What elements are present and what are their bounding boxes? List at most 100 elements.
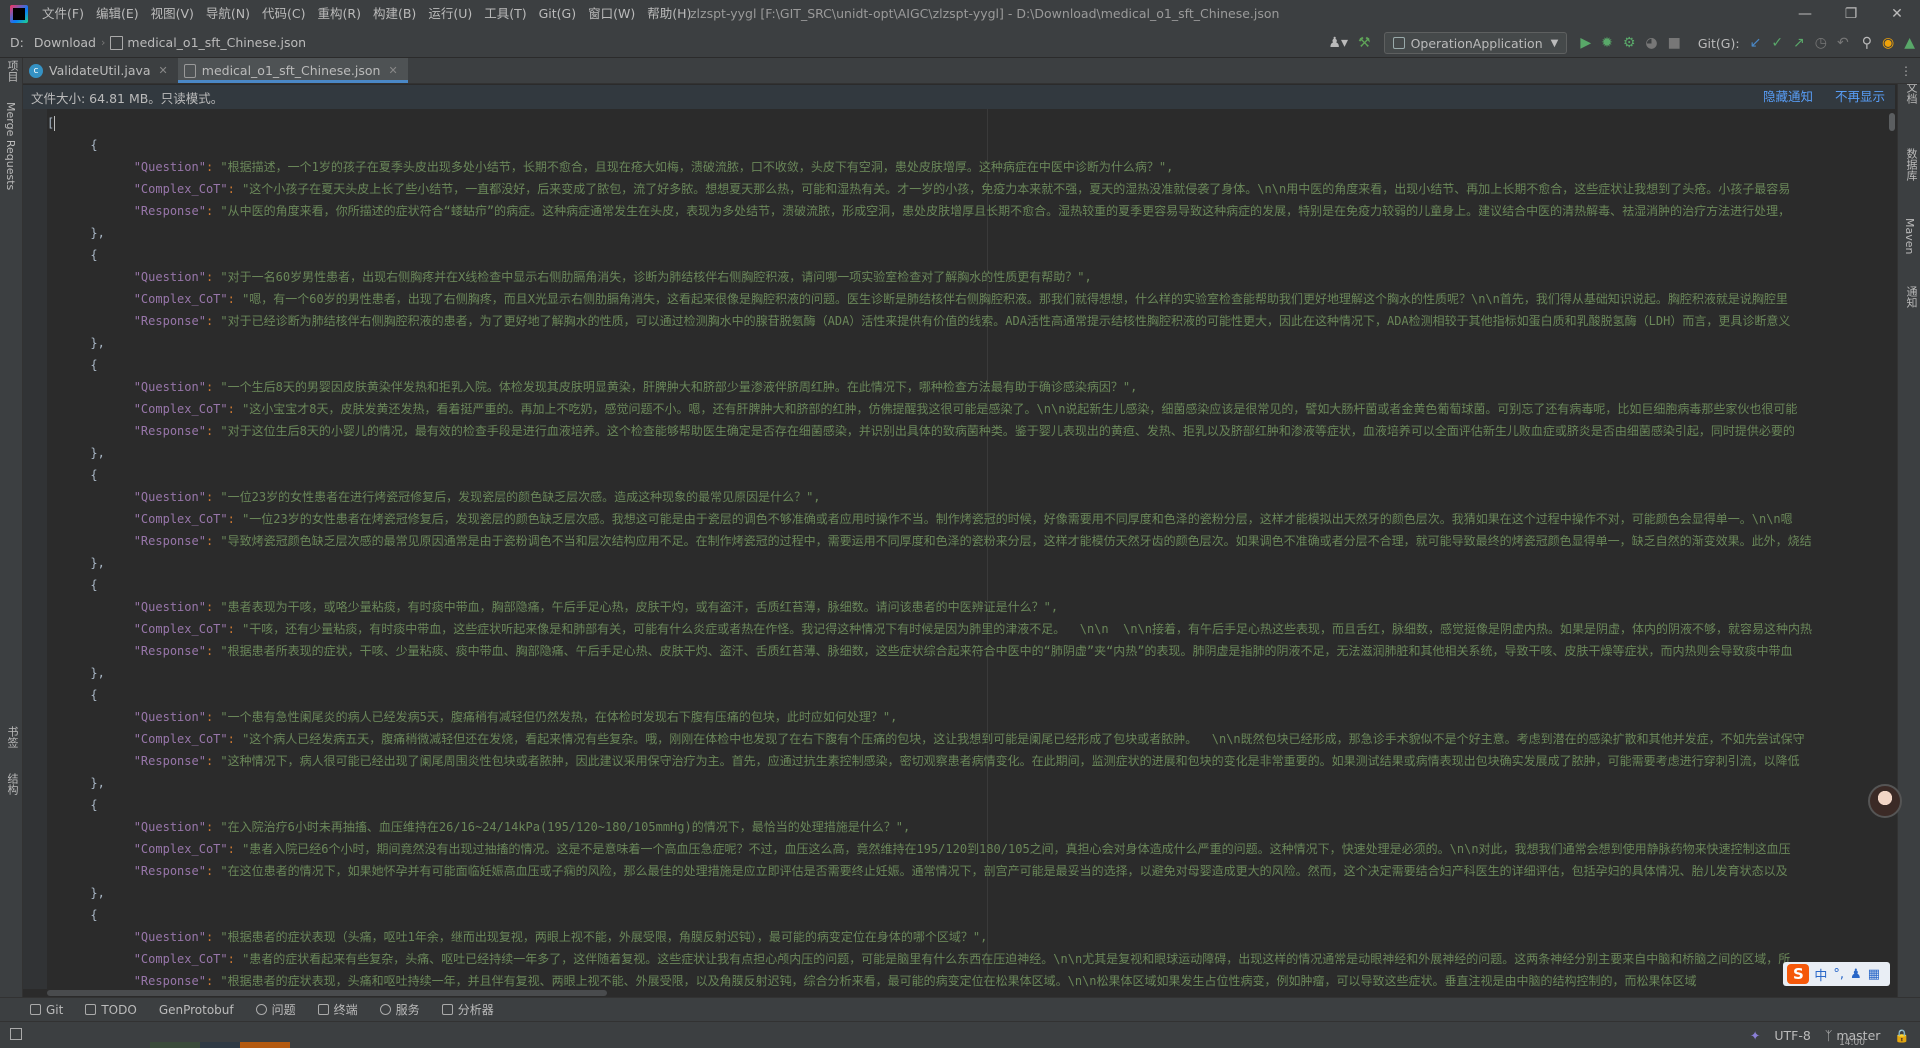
- dont-show-again-link[interactable]: 不再显示: [1835, 85, 1885, 109]
- lock-icon[interactable]: 🔒: [1894, 1028, 1910, 1044]
- json-key: "Question": [133, 930, 206, 944]
- git-push-icon[interactable]: ↗: [1793, 35, 1805, 51]
- genprotobuf-tool-label: GenProtobuf: [158, 1002, 234, 1017]
- profiler-tool-button[interactable]: 分析器: [441, 1001, 494, 1018]
- notifications-tool-label[interactable]: 通知: [1903, 286, 1919, 308]
- readonly-notification-banner: 文件大小: 64.81 MB。只读模式。 隐藏通知 不再显示: [23, 85, 1895, 109]
- git-commit-icon[interactable]: ✓: [1771, 35, 1783, 51]
- update-icon[interactable]: ◉: [1882, 35, 1894, 51]
- minimize-icon[interactable]: —: [1782, 0, 1828, 28]
- right-tool-strip: 远程文档 数据库 Maven 通知: [1897, 58, 1920, 1008]
- search-icon[interactable]: ⚲: [1862, 35, 1872, 51]
- profile-icon[interactable]: ◕: [1645, 35, 1657, 51]
- json-string-value: "对于这位生后8天的小婴儿的情况，最有效的检查手段是进行血液培养。这个检查能够帮…: [220, 424, 1795, 438]
- user-icon[interactable]: ♟▾: [1328, 35, 1348, 51]
- window-title: zlzspt-yygl [F:\GIT_SRC\unidt-opt\AIGC\z…: [690, 6, 1280, 21]
- menu-build[interactable]: 构建(B): [367, 0, 422, 28]
- database-tool-label[interactable]: 数据库: [1903, 148, 1919, 181]
- avatar[interactable]: [1868, 784, 1902, 818]
- terminal-icon: [317, 1004, 329, 1015]
- git-tool-button[interactable]: Git: [30, 1003, 63, 1017]
- git-history-icon[interactable]: ◷: [1815, 35, 1827, 51]
- stop-icon[interactable]: ■: [1668, 35, 1681, 51]
- structure-tool-label[interactable]: 结构: [4, 773, 20, 795]
- tab-validateutil[interactable]: c ValidateUtil.java ✕: [23, 58, 178, 83]
- code-line: "Question": "对于一名60岁男性患者，出现右侧胸疼并在X线检查中显示…: [133, 270, 1092, 284]
- todo-tool-label: TODO: [101, 1002, 137, 1017]
- tab-options-icon[interactable]: ⋮: [1900, 58, 1912, 84]
- code-line: },: [47, 442, 1887, 464]
- menu-code[interactable]: 代码(C): [256, 0, 311, 28]
- json-bracket: },: [90, 666, 105, 680]
- menu-run[interactable]: 运行(U): [422, 0, 478, 28]
- ai-assistant-icon[interactable]: ✦: [1750, 1028, 1760, 1043]
- menu-help[interactable]: 帮助(H): [641, 0, 697, 28]
- menu-view[interactable]: 视图(V): [145, 0, 200, 28]
- git-update-icon[interactable]: ↙: [1750, 35, 1762, 51]
- menu-git[interactable]: Git(G): [533, 0, 583, 28]
- json-key: "Complex_CoT": [133, 732, 228, 746]
- close-tab-icon[interactable]: ✕: [159, 64, 168, 77]
- json-key: "Response": [133, 754, 206, 768]
- close-window-icon[interactable]: ✕: [1874, 0, 1920, 28]
- horizontal-scrollbar[interactable]: [47, 989, 1887, 997]
- json-string-value: "这个小孩子在夏天头皮上长了些小结节，一直都没好，后来变成了脓包，流了好多脓。想…: [242, 182, 1791, 196]
- json-bracket: },: [90, 556, 105, 570]
- run-configuration-select[interactable]: OperationApplication ▼: [1383, 32, 1568, 54]
- coverage-icon[interactable]: ⚙: [1623, 35, 1636, 51]
- hide-notification-link[interactable]: 隐藏通知: [1763, 85, 1813, 109]
- maven-tool-label[interactable]: Maven: [1903, 218, 1916, 254]
- breadcrumb-folder[interactable]: Download: [34, 35, 96, 50]
- genprotobuf-tool-button[interactable]: GenProtobuf: [159, 1003, 234, 1017]
- menu-navigate[interactable]: 导航(N): [200, 0, 256, 28]
- json-bracket: },: [90, 446, 105, 460]
- vertical-scrollbar[interactable]: [1887, 109, 1897, 989]
- banner-message: 文件大小: 64.81 MB。只读模式。: [31, 90, 224, 106]
- java-class-icon: c: [29, 63, 43, 78]
- json-string-value: "根据描述，一个1岁的孩子在夏季头皮出现多处小结节，长期不愈合，且现在疮大如梅，…: [220, 160, 1174, 174]
- restore-icon[interactable]: ❐: [1828, 0, 1874, 28]
- horizontal-scroll-thumb[interactable]: [47, 990, 607, 996]
- code-line: "Response": "对于这位生后8天的小婴儿的情况，最有效的检查手段是进行…: [133, 424, 1795, 438]
- debug-icon[interactable]: ✹: [1601, 35, 1613, 51]
- ime-toolbox-icon: ▦: [1867, 966, 1880, 982]
- run-icon[interactable]: ▶: [1580, 35, 1591, 51]
- json-string-value: "嗯，有一个60岁的男性患者，出现了右侧胸疼，而且X光显示右侧肋膈角消失，这看起…: [242, 292, 1788, 306]
- menu-file[interactable]: 文件(F): [36, 0, 90, 28]
- encoding-indicator[interactable]: UTF-8: [1774, 1028, 1810, 1043]
- code-line: "Response": "从中医的角度来看，你所描述的症状符合“蝼蛄疖”的病症。…: [133, 204, 1791, 218]
- plugin-icon[interactable]: ▲: [1904, 35, 1915, 51]
- merge-requests-tool-label[interactable]: Merge Requests: [4, 102, 17, 190]
- breadcrumb-drive[interactable]: D:: [10, 35, 24, 50]
- build-hammer-icon[interactable]: ⚒: [1358, 35, 1371, 51]
- tab-medical-json[interactable]: medical_o1_sft_Chinese.json ✕: [177, 58, 408, 83]
- services-tool-button[interactable]: 服务: [379, 1001, 420, 1018]
- menu-refactor[interactable]: 重构(R): [312, 0, 367, 28]
- json-string-value: "根据患者的症状表现，头痛和呕吐持续一年，并且伴有复视、两眼上视不能、外展受限，…: [220, 974, 1697, 988]
- todo-tool-button[interactable]: TODO: [85, 1002, 137, 1017]
- bookmarks-tool-label[interactable]: 书签: [4, 726, 20, 748]
- profiler-tool-label: 分析器: [457, 1003, 494, 1017]
- git-label: Git(G):: [1697, 35, 1740, 51]
- git-rollback-icon[interactable]: ↶: [1837, 35, 1849, 51]
- code-editor[interactable]: [ { "Question": "根据描述，一个1岁的孩子在夏季头皮出现多处小结…: [47, 109, 1887, 989]
- code-line: "Response": "导致烤瓷冠颜色缺乏层次感的最常见原因通常是由于瓷粉调色…: [133, 534, 1812, 548]
- json-key: "Question": [133, 490, 206, 504]
- problems-tool-button[interactable]: 问题: [255, 1001, 296, 1018]
- vertical-scroll-thumb[interactable]: [1889, 113, 1895, 131]
- profiler-icon: [441, 1004, 453, 1015]
- menu-window[interactable]: 窗口(W): [582, 0, 641, 28]
- menu-edit[interactable]: 编辑(E): [90, 0, 145, 28]
- json-string-value: "根据患者的症状表现（头痛，呕吐1年余，继而出现复视，两眼上视不能，外展受限，角…: [220, 930, 988, 944]
- input-method-widget[interactable]: S 中 °, ♟ ▦: [1783, 962, 1890, 986]
- project-tool-label[interactable]: 项目: [4, 60, 20, 82]
- layout-toggle-icon[interactable]: [10, 1028, 22, 1040]
- json-string-value: "对于一名60岁男性患者，出现右侧胸疼并在X线检查中显示右侧肋膈角消失，诊断为肺…: [220, 270, 1092, 284]
- tab-label: medical_o1_sft_Chinese.json: [201, 63, 381, 78]
- close-tab-icon[interactable]: ✕: [388, 64, 397, 77]
- taskbar-preview-block: [240, 1042, 290, 1048]
- menu-tools[interactable]: 工具(T): [478, 0, 532, 28]
- terminal-tool-button[interactable]: 终端: [317, 1001, 358, 1018]
- taskbar-preview-strip: [150, 1042, 290, 1048]
- breadcrumb-file[interactable]: medical_o1_sft_Chinese.json: [110, 35, 306, 50]
